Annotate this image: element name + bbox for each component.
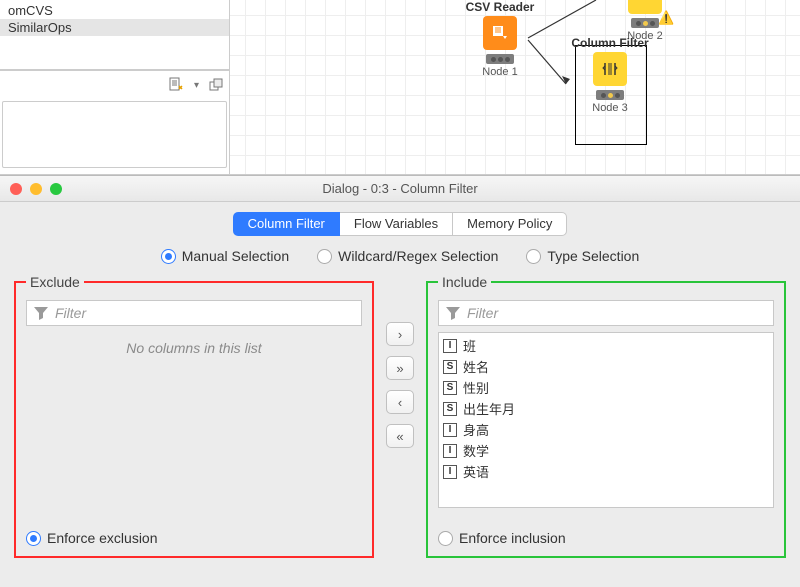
exclude-filter-input[interactable]: Filter xyxy=(26,300,362,326)
column-type-icon: S xyxy=(443,360,457,374)
column-name: 班 xyxy=(463,336,476,355)
radio-icon xyxy=(438,531,453,546)
tab-strip: Column Filter Flow Variables Memory Poli… xyxy=(0,202,800,244)
project-tree[interactable]: omCVS SimilarOps xyxy=(0,0,229,70)
node-title: Column Filter xyxy=(565,36,655,50)
move-right-button[interactable]: › xyxy=(386,322,414,346)
radio-label: Enforce exclusion xyxy=(47,530,158,546)
list-item[interactable]: S 姓名 xyxy=(441,356,771,377)
column-name: 性别 xyxy=(463,378,489,397)
list-item[interactable]: S 性别 xyxy=(441,377,771,398)
minimize-icon[interactable] xyxy=(30,183,42,195)
node-status-icon xyxy=(596,90,624,100)
zoom-icon[interactable] xyxy=(50,183,62,195)
menu-icon[interactable]: ▾ xyxy=(194,80,199,91)
exclude-panel: Exclude Filter No columns in this list E… xyxy=(14,274,374,558)
radio-enforce-exclusion[interactable]: Enforce exclusion xyxy=(26,530,158,546)
node-status-icon xyxy=(486,54,514,64)
column-filter-dialog: Dialog - 0:3 - Column Filter Column Filt… xyxy=(0,175,800,587)
radio-manual-selection[interactable]: Manual Selection xyxy=(161,248,289,264)
document-icon[interactable] xyxy=(168,77,184,93)
tree-item[interactable]: SimilarOps xyxy=(0,19,229,36)
list-item[interactable]: I 英语 xyxy=(441,461,771,482)
node-status-icon xyxy=(631,18,659,28)
placeholder: Filter xyxy=(467,305,498,321)
list-item[interactable]: I班 xyxy=(441,335,771,356)
radio-wildcard-selection[interactable]: Wildcard/Regex Selection xyxy=(317,248,498,264)
node-icon xyxy=(593,52,627,86)
dialog-titlebar[interactable]: Dialog - 0:3 - Column Filter xyxy=(0,176,800,202)
column-mover: › » ‹ « xyxy=(382,274,418,558)
node-caption: Node 1 xyxy=(482,66,517,78)
list-item[interactable]: I 数学 xyxy=(441,440,771,461)
exclude-empty-message: No columns in this list xyxy=(26,326,362,356)
node-title: CSV Reader xyxy=(455,0,545,14)
node-caption: Node 3 xyxy=(592,102,627,114)
radio-label: Wildcard/Regex Selection xyxy=(338,248,498,264)
radio-icon xyxy=(526,249,541,264)
restore-icon[interactable] xyxy=(209,78,223,92)
funnel-icon xyxy=(33,305,49,321)
column-type-icon: S xyxy=(443,402,457,416)
close-icon[interactable] xyxy=(10,183,22,195)
column-type-icon: I xyxy=(443,339,457,353)
node-icon xyxy=(483,16,517,50)
radio-type-selection[interactable]: Type Selection xyxy=(526,248,639,264)
radio-icon xyxy=(317,249,332,264)
workflow-node-csv-reader[interactable]: CSV Reader Node 1 xyxy=(455,0,545,78)
tab-memory-policy[interactable]: Memory Policy xyxy=(453,212,567,236)
funnel-icon xyxy=(445,305,461,321)
radio-label: Enforce inclusion xyxy=(459,530,566,546)
include-legend: Include xyxy=(438,274,491,290)
description-box xyxy=(2,101,227,168)
column-name: 姓名 xyxy=(463,357,489,376)
column-name: 英语 xyxy=(463,462,489,481)
move-left-button[interactable]: ‹ xyxy=(386,390,414,414)
dialog-title: Dialog - 0:3 - Column Filter xyxy=(322,181,477,196)
radio-icon xyxy=(26,531,41,546)
include-filter-input[interactable]: Filter xyxy=(438,300,774,326)
move-all-left-button[interactable]: « xyxy=(386,424,414,448)
move-all-right-button[interactable]: » xyxy=(386,356,414,380)
tab-column-filter[interactable]: Column Filter xyxy=(233,212,340,236)
list-item[interactable]: S 出生年月 xyxy=(441,398,771,419)
include-panel: Include Filter I班S姓名S性别S出生年月I身高I数学I英语 En… xyxy=(426,274,786,558)
radio-enforce-inclusion[interactable]: Enforce inclusion xyxy=(438,530,566,546)
workflow-canvas[interactable]: x ⚠️ Node 2 CSV Reader Node 1 xyxy=(230,0,800,174)
column-name: 出生年月 xyxy=(463,399,515,418)
tree-item[interactable]: omCVS xyxy=(0,2,229,19)
radio-icon xyxy=(161,249,176,264)
node-icon xyxy=(628,0,662,14)
column-name: 数学 xyxy=(463,441,489,460)
column-type-icon: S xyxy=(443,381,457,395)
column-name: 身高 xyxy=(463,420,489,439)
column-type-icon: I xyxy=(443,423,457,437)
include-column-list[interactable]: I班S姓名S性别S出生年月I身高I数学I英语 xyxy=(438,332,774,508)
tab-flow-variables[interactable]: Flow Variables xyxy=(340,212,453,236)
column-type-icon: I xyxy=(443,444,457,458)
radio-label: Manual Selection xyxy=(182,248,289,264)
lower-panel: ▾ xyxy=(0,70,229,174)
exclude-legend: Exclude xyxy=(26,274,84,290)
list-item[interactable]: I 身高 xyxy=(441,419,771,440)
column-type-icon: I xyxy=(443,465,457,479)
navigator-pane: omCVS SimilarOps ▾ xyxy=(0,0,230,174)
selection-mode-row: Manual Selection Wildcard/Regex Selectio… xyxy=(0,244,800,274)
placeholder: Filter xyxy=(55,305,86,321)
radio-label: Type Selection xyxy=(547,248,639,264)
workflow-node-column-filter[interactable]: Column Filter Node 3 xyxy=(565,36,655,114)
